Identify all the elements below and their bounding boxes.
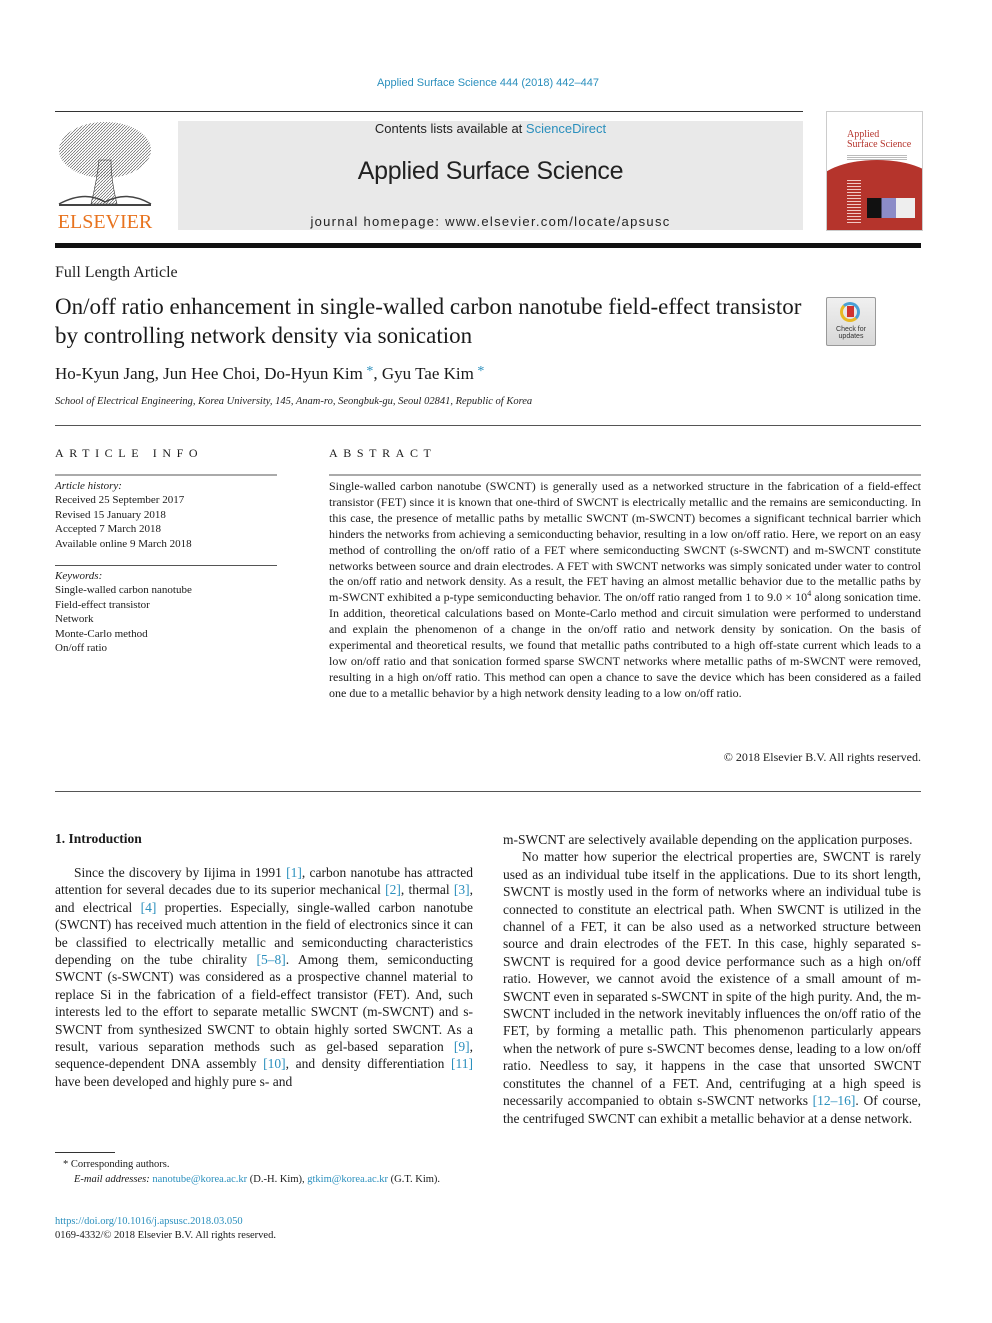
email-note: E-mail addresses: nanotube@korea.ac.kr (… <box>55 1172 473 1187</box>
body-paragraph: No matter how superior the electrical pr… <box>503 848 921 1127</box>
keywords-label: Keywords: <box>55 570 103 582</box>
article-info-rule <box>55 474 277 476</box>
reference-link[interactable]: [4] <box>141 900 157 915</box>
journal-cover-thumbnail[interactable]: Applied Surface Science <box>826 111 923 231</box>
top-rule <box>55 111 803 112</box>
paragraph-text: Since the discovery by Iijima in 1991 <box>74 865 287 880</box>
email-owner: (G.T. Kim). <box>388 1174 441 1185</box>
abstract-text: Single-walled carbon nanotube (SWCNT) is… <box>329 479 921 702</box>
article-history: Article history: Received 25 September 2… <box>55 479 277 551</box>
keyword-item: Network <box>55 613 94 626</box>
keyword-item: Monte-Carlo method <box>55 627 148 640</box>
author-separator: , <box>373 364 382 383</box>
author-name: Do-Hyun Kim <box>264 364 363 383</box>
journal-homepage[interactable]: journal homepage: www.elsevier.com/locat… <box>178 214 803 229</box>
corresponding-author-marker[interactable]: * <box>474 364 484 379</box>
email-owner: (D.-H. Kim), <box>247 1174 308 1185</box>
keywords-rule <box>55 565 277 566</box>
body-column-right: m-SWCNT are selectively available depend… <box>503 831 921 1127</box>
history-item: Available online 9 March 2018 <box>55 537 192 550</box>
author-separator: , <box>154 364 164 383</box>
journal-citation[interactable]: Applied Surface Science 444 (2018) 442–4… <box>0 77 976 89</box>
body-column-left: 1. Introduction Since the discovery by I… <box>55 831 473 1090</box>
article-title: On/off ratio enhancement in single-walle… <box>55 294 802 348</box>
paragraph-text: , thermal <box>400 882 454 898</box>
affiliation-rule <box>55 425 921 426</box>
abstract-heading: ABSTRACT <box>329 446 437 460</box>
reference-link[interactable]: [2] <box>385 882 401 897</box>
contents-line: Contents lists available at ScienceDirec… <box>178 121 803 136</box>
check-updates-label: Check for updates <box>827 326 875 340</box>
history-label: Article history: <box>55 480 122 492</box>
cover-subtitle-lines <box>847 155 907 161</box>
reference-link[interactable]: [5–8] <box>257 952 286 967</box>
cover-images <box>867 198 915 218</box>
reference-link[interactable]: [9] <box>454 1039 470 1054</box>
contents-prefix: Contents lists available at <box>374 121 526 136</box>
author-name: Ho-Kyun Jang <box>55 364 155 383</box>
issn-copyright: 0169-4332/© 2018 Elsevier B.V. All right… <box>55 1230 276 1241</box>
cover-contents-list <box>847 180 861 225</box>
keyword-item: Single-walled carbon nanotube <box>55 584 192 597</box>
author-list: Ho-Kyun Jang, Jun Hee Choi, Do-Hyun Kim … <box>55 364 484 384</box>
corresponding-note: * Corresponding authors. <box>63 1159 170 1170</box>
doi-link[interactable]: https://doi.org/10.1016/j.apsusc.2018.03… <box>55 1216 243 1227</box>
footnotes: * Corresponding authors. E-mail addresse… <box>55 1157 473 1187</box>
tree-icon <box>58 122 152 206</box>
check-updates-line2: updates <box>838 333 864 340</box>
reference-link[interactable]: [11] <box>451 1056 473 1071</box>
section-heading-introduction: 1. Introduction <box>55 831 142 846</box>
sciencedirect-link[interactable]: ScienceDirect <box>526 121 606 136</box>
abstract-bottom-rule <box>55 791 921 792</box>
footnote-rule <box>55 1152 115 1153</box>
cover-title-line2: Surface Science <box>847 139 912 150</box>
email-label: E-mail addresses: <box>74 1174 150 1185</box>
reference-link[interactable]: [1] <box>286 865 302 880</box>
corresponding-author-marker[interactable]: * <box>363 364 373 379</box>
abstract-copyright: © 2018 Elsevier B.V. All rights reserved… <box>723 750 921 764</box>
abstract-text-part2: along sonication time. In addition, theo… <box>329 590 922 700</box>
author-name: Gyu Tae Kim <box>381 364 474 383</box>
history-item: Accepted 7 March 2018 <box>55 523 161 536</box>
paragraph-text: . Among them, semiconducting SWCNT (s-SW… <box>55 952 474 1055</box>
history-item: Received 25 September 2017 <box>55 494 185 507</box>
keyword-item: On/off ratio <box>55 642 108 655</box>
abstract-text-part1: Single-walled carbon nanotube (SWCNT) is… <box>329 479 921 605</box>
affiliation: School of Electrical Engineering, Korea … <box>55 396 533 407</box>
cover-title: Applied Surface Science <box>847 130 911 150</box>
elsevier-wordmark: ELSEVIER <box>57 211 153 233</box>
bookmark-ribbon-icon <box>847 306 854 317</box>
email-link[interactable]: gtkim@korea.ac.kr <box>307 1174 388 1185</box>
history-item: Revised 15 January 2018 <box>55 508 166 521</box>
paragraph-text: have been developed and highly pure s- a… <box>55 1073 293 1089</box>
paragraph-text: , and density differentiation <box>285 1056 451 1072</box>
reference-link[interactable]: [12–16] <box>813 1093 856 1108</box>
keyword-item: Field-effect transistor <box>55 598 150 611</box>
header-thick-rule <box>55 243 921 248</box>
check-for-updates-button[interactable]: Check for updates <box>826 297 876 346</box>
reference-link[interactable]: [10] <box>263 1056 286 1071</box>
abstract-rule <box>329 474 921 476</box>
article-type: Full Length Article <box>55 264 178 281</box>
email-link[interactable]: nanotube@korea.ac.kr <box>152 1174 247 1185</box>
author-separator: , <box>255 364 265 383</box>
paragraph-text: No matter how superior the electrical pr… <box>503 849 921 1109</box>
check-updates-line1: Check for <box>836 326 866 333</box>
author-name: Jun Hee Choi <box>163 364 256 383</box>
body-paragraph: Since the discovery by Iijima in 1991 [1… <box>55 864 473 1090</box>
body-paragraph-continued: m-SWCNT are selectively available depend… <box>503 832 913 847</box>
journal-name: Applied Surface Science <box>357 157 624 185</box>
article-info-heading: ARTICLE INFO <box>55 446 204 460</box>
reference-link[interactable]: [3] <box>454 882 470 897</box>
keywords: Keywords: Single-walled carbon nanotube … <box>55 569 277 655</box>
